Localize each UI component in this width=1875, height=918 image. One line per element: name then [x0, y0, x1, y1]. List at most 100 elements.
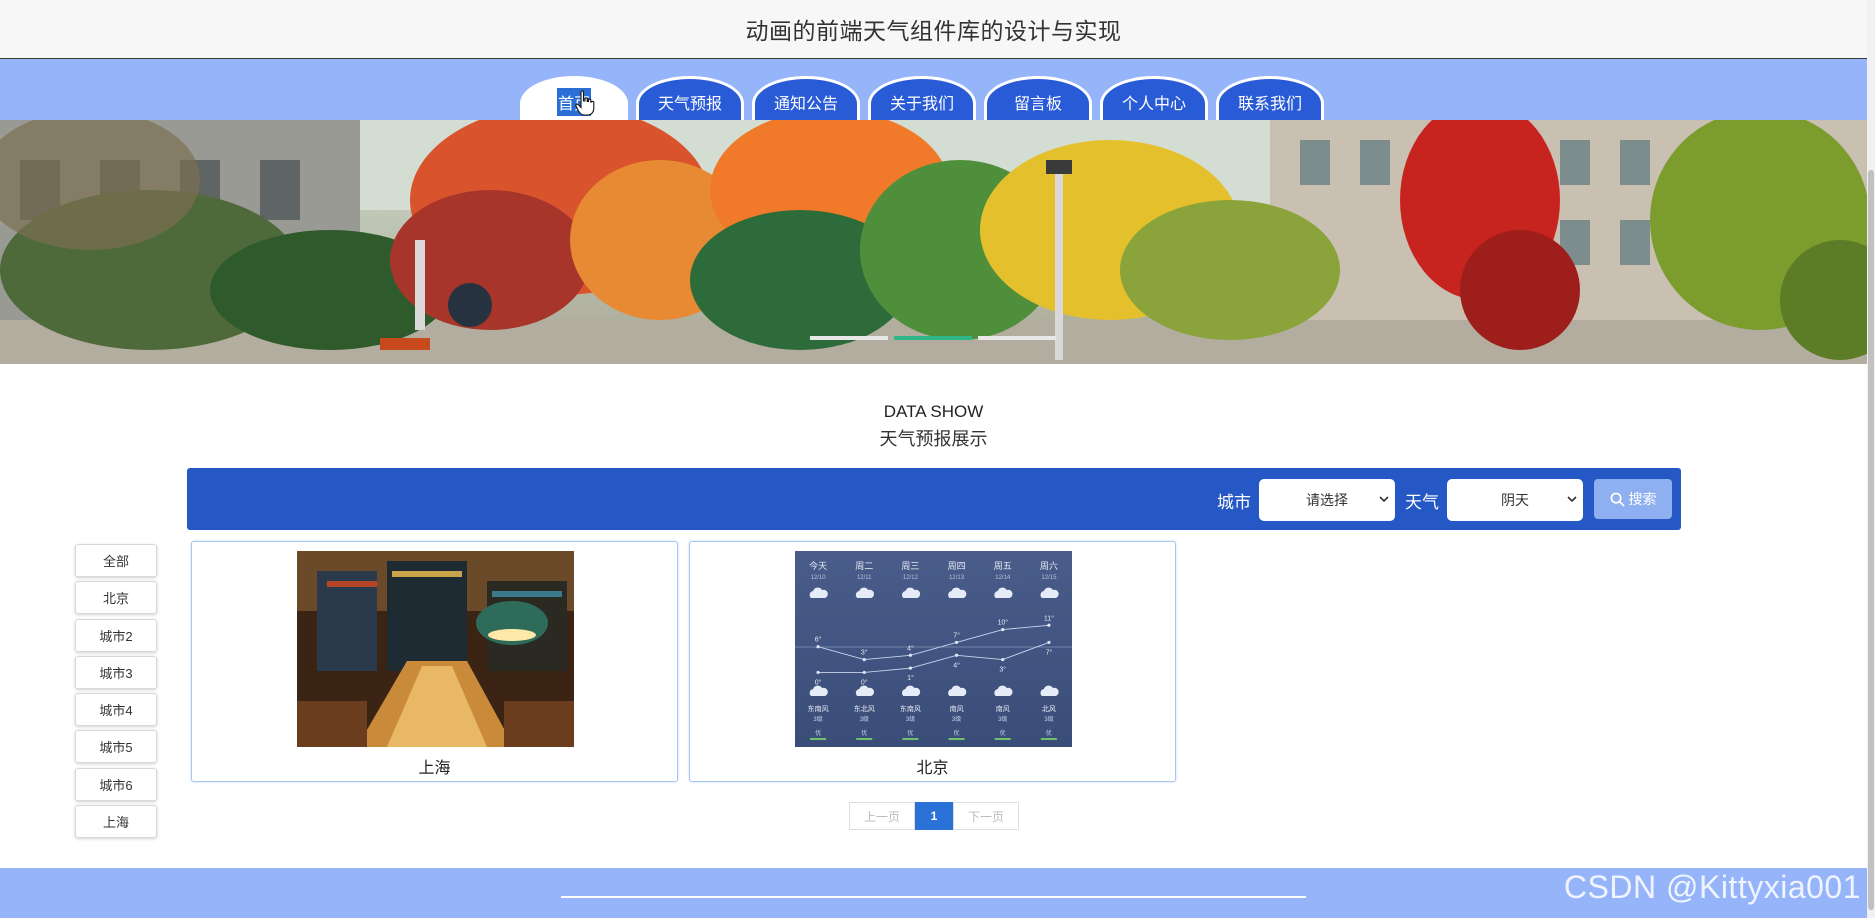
forecast-day: 周五 [994, 561, 1012, 571]
filter-city5[interactable]: 城市5 [75, 730, 157, 764]
pagination: 上一页 1 下一页 [849, 802, 1019, 830]
section-title-cn: 天气预报展示 [879, 429, 988, 449]
forecast-widget: 今天 12/10 6° 0° 东南风 3级优 周二 12/11 3° 0° 东北风 3级优 周三 12/1… [795, 551, 1072, 747]
forecast-day: 周六 [1040, 560, 1058, 571]
weather-card-shanghai[interactable]: 上海 [191, 541, 678, 782]
forecast-wind: 东南风 [808, 704, 829, 713]
forecast-wind-level: 3级 [952, 715, 961, 723]
site-header: 动画的前端天气组件库的设计与实现 [0, 0, 1867, 59]
scrollbar[interactable] [1867, 0, 1875, 918]
nav-tab-forecast[interactable]: 天气预报 [636, 76, 744, 120]
nav-tab-contact[interactable]: 联系我们 [1216, 76, 1324, 120]
high-temp-point [1001, 627, 1005, 632]
filter-all[interactable]: 全部 [75, 544, 157, 577]
nav-tab-notices[interactable]: 通知公告 [752, 76, 860, 120]
hand-cursor-icon [575, 90, 595, 116]
filter-beijing[interactable]: 北京 [75, 581, 157, 615]
search-button[interactable]: 搜索 [1594, 479, 1672, 519]
forecast-wind-level: 3级 [1044, 715, 1053, 723]
forecast-low: 3° [999, 666, 1006, 674]
low-temp-point [908, 666, 913, 670]
weather-label: 天气 [1405, 493, 1439, 512]
filter-city3[interactable]: 城市3 [75, 655, 157, 689]
forecast-aqi: 优 [907, 729, 913, 737]
forecast-wind: 南风 [950, 704, 964, 713]
low-temp-point [954, 653, 959, 657]
filter-city4[interactable]: 城市4 [75, 693, 157, 727]
scrollbar-thumb[interactable] [1868, 170, 1874, 910]
aqi-bar [856, 738, 873, 740]
section-header: DATA SHOW 天气预报展示 [0, 402, 1867, 451]
aqi-bar [994, 738, 1011, 740]
forecast-day: 周三 [901, 561, 919, 571]
forecast-low: 0° [861, 678, 868, 686]
next-page-button[interactable]: 下一页 [953, 802, 1019, 830]
forecast-aqi: 优 [1046, 729, 1052, 737]
main-nav: 首页 天气预报 通知公告 关于我们 留言板 个人中心 联系我们 [0, 59, 1867, 120]
high-temp-point [908, 653, 913, 657]
prev-page-button[interactable]: 上一页 [849, 802, 915, 830]
high-temp-point [1047, 623, 1051, 627]
section-title-en: DATA SHOW [883, 402, 984, 421]
search-bar: 城市 请选择 天气 阴天 搜索 [187, 468, 1681, 530]
forecast-date: 12/11 [857, 575, 872, 581]
watermark: CSDN @Kittyxia001 [1563, 869, 1861, 905]
nav-tab-messages[interactable]: 留言板 [984, 76, 1092, 120]
forecast-date: 12/10 [811, 575, 827, 581]
aqi-bar [1040, 738, 1057, 740]
high-temp-point [816, 645, 820, 649]
nav-tab-home[interactable]: 首页 [520, 76, 628, 120]
search-icon [1610, 492, 1625, 507]
forecast-high: 10° [997, 619, 1008, 627]
forecast-high: 3° [861, 649, 868, 657]
banner-dot[interactable] [978, 336, 1056, 340]
aqi-bar [902, 738, 919, 740]
forecast-low: 7° [1046, 648, 1053, 656]
banner-dot-active[interactable] [894, 336, 972, 340]
filter-shanghai[interactable]: 上海 [75, 805, 157, 839]
forecast-high: 6° [815, 636, 822, 644]
city-select[interactable]: 请选择 [1259, 479, 1395, 521]
aqi-bar [948, 738, 965, 740]
hero-banner [0, 120, 1867, 364]
low-temp-point [1047, 640, 1051, 645]
chevron-down-icon [1379, 496, 1389, 503]
nav-tab-profile[interactable]: 个人中心 [1100, 76, 1208, 120]
forecast-aqi: 优 [815, 729, 821, 737]
weather-select[interactable]: 阴天 [1447, 479, 1583, 521]
aqi-bar [810, 738, 827, 740]
card-caption: 上海 [418, 760, 451, 777]
low-temp-point [1001, 657, 1005, 662]
banner-dot[interactable] [810, 336, 888, 340]
chevron-down-icon [1567, 496, 1577, 503]
forecast-high: 7° [953, 631, 960, 639]
forecast-aqi: 优 [954, 729, 960, 737]
forecast-high: 11° [1044, 614, 1054, 622]
weather-card-beijing[interactable]: 今天 12/10 6° 0° 东南风 3级优 周二 12/11 3° 0° 东北风 3级优 周三 12/1… [689, 541, 1176, 782]
forecast-wind-level: 3级 [860, 715, 869, 723]
autumn-campus-photo [0, 120, 1867, 364]
forecast-low: 0° [815, 678, 822, 686]
forecast-date: 12/13 [949, 575, 965, 581]
city-label: 城市 [1217, 493, 1251, 512]
library-photo [297, 551, 574, 747]
forecast-wind: 东北风 [854, 704, 875, 713]
forecast-wind-level: 3级 [998, 715, 1007, 723]
filter-city2[interactable]: 城市2 [75, 618, 157, 652]
high-temp-point [862, 657, 866, 662]
card-caption: 北京 [916, 760, 949, 777]
nav-tab-about[interactable]: 关于我们 [868, 76, 976, 120]
low-temp-point [816, 670, 820, 675]
forecast-date: 12/12 [903, 575, 919, 581]
high-temp-point [954, 640, 959, 645]
filter-city6[interactable]: 城市6 [75, 767, 157, 801]
forecast-low: 1° [907, 674, 914, 682]
forecast-aqi: 优 [1000, 729, 1006, 737]
forecast-wind: 南风 [996, 704, 1010, 713]
low-temp-point [862, 670, 866, 675]
forecast-date: 12/14 [995, 575, 1011, 581]
forecast-low: 4° [953, 661, 960, 669]
page-1-button[interactable]: 1 [915, 802, 953, 830]
forecast-wind-level: 3级 [813, 715, 822, 723]
forecast-date: 12/15 [1041, 575, 1057, 581]
